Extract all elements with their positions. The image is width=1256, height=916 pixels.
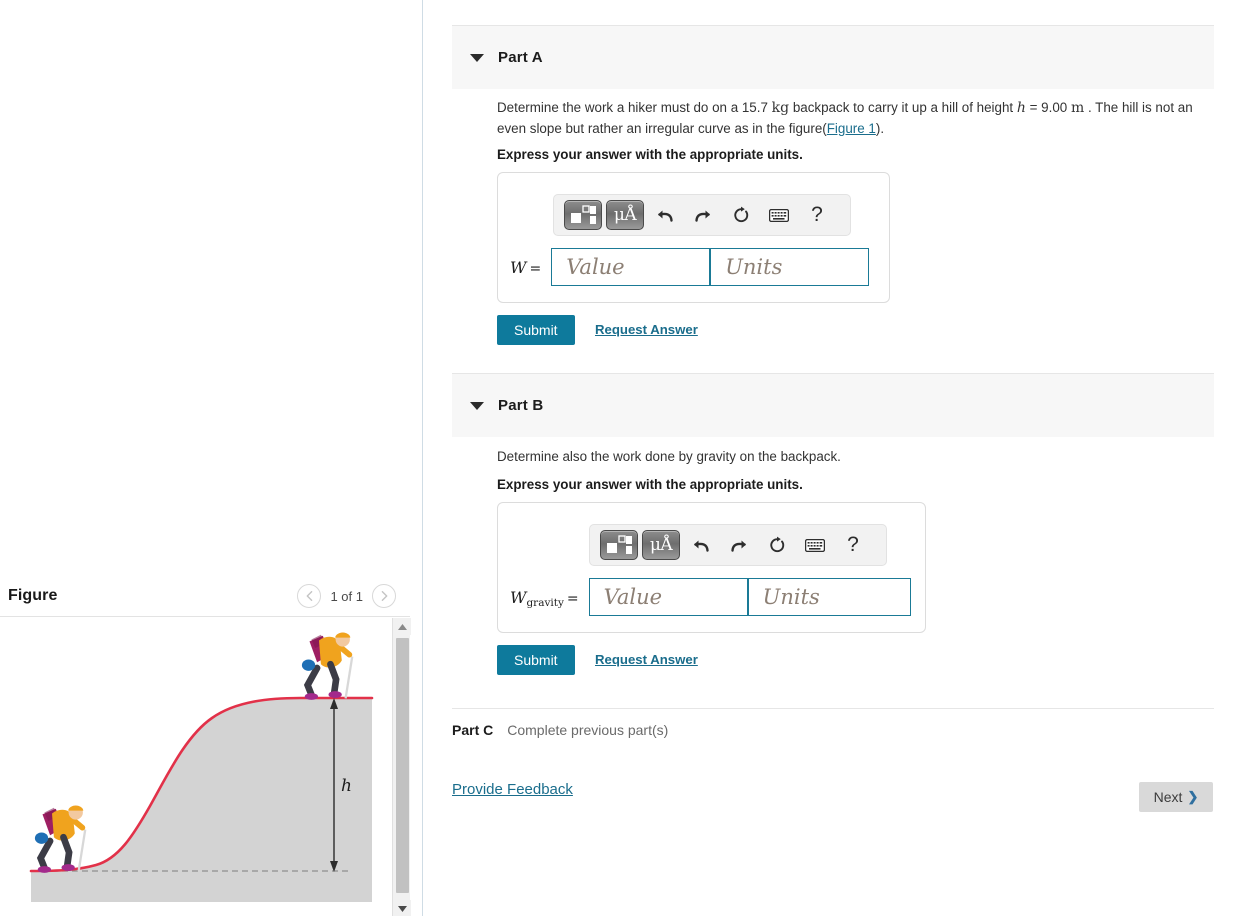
keyboard-icon xyxy=(769,208,789,222)
figure-header: Figure 1 of 1 xyxy=(0,576,410,616)
part-b-editor-toolbar: μÅ ? xyxy=(589,524,887,566)
chevron-right-icon xyxy=(381,591,387,601)
chevron-right-icon: ❯ xyxy=(1187,789,1199,804)
caret-down-icon[interactable] xyxy=(470,401,484,410)
part-b-value-placeholder: Value xyxy=(603,585,663,609)
part-a-value-input[interactable]: Value xyxy=(551,248,711,286)
part-b-units-placeholder: Units xyxy=(762,585,820,609)
part-a-equals: = xyxy=(529,260,542,277)
figure-image[interactable]: h xyxy=(0,618,392,916)
figure-counter: 1 of 1 xyxy=(330,588,363,604)
figure-navigation: 1 of 1 xyxy=(297,584,396,608)
part-a-symbol: W xyxy=(510,257,527,277)
keyboard-icon xyxy=(805,538,825,552)
math-template-icon xyxy=(571,205,596,224)
help-button[interactable]: ? xyxy=(836,530,870,560)
math-template-button[interactable] xyxy=(564,200,602,230)
prompt-var-h: h xyxy=(1016,100,1026,116)
prompt-text-3: = 9.00 xyxy=(1025,100,1071,115)
figure-1-link[interactable]: Figure 1 xyxy=(827,121,876,136)
figure-body: h xyxy=(0,616,411,916)
scrollbar-thumb[interactable] xyxy=(396,638,409,893)
scroll-down-arrow-icon xyxy=(397,905,407,912)
math-template-button[interactable] xyxy=(600,530,638,560)
undo-button[interactable] xyxy=(684,530,718,560)
part-a-prompt: Determine the work a hiker must do on a … xyxy=(497,98,1202,139)
prompt-unit-kg: kg xyxy=(771,100,790,116)
part-a-answer-label: W = xyxy=(510,258,541,277)
units-symbol-label: μÅ xyxy=(649,534,673,555)
prompt-text-5: ). xyxy=(875,120,885,136)
part-c-row: Part C Complete previous part(s) xyxy=(452,708,1214,750)
help-button[interactable]: ? xyxy=(800,200,834,230)
part-b-label: Part B xyxy=(498,397,544,414)
keyboard-button[interactable] xyxy=(798,530,832,560)
part-b-prompt: Determine also the work done by gravity … xyxy=(497,449,841,464)
math-template-icon xyxy=(607,535,632,554)
undo-icon xyxy=(694,540,709,552)
part-a-units-input[interactable]: Units xyxy=(710,248,870,286)
figure-scrollbar[interactable] xyxy=(392,618,411,916)
part-c-label: Part C xyxy=(452,721,494,738)
part-b-answer-row: Wgravity = Value Units xyxy=(510,578,911,616)
next-button[interactable]: Next ❯ xyxy=(1139,782,1213,812)
reset-button[interactable] xyxy=(724,200,758,230)
scroll-up-arrow-icon xyxy=(397,623,407,630)
problem-page: Figure 1 of 1 h Part A Determine the wor… xyxy=(0,0,1256,916)
part-b-express-note: Express your answer with the appropriate… xyxy=(497,477,803,492)
redo-button[interactable] xyxy=(686,200,720,230)
redo-icon xyxy=(695,210,710,222)
part-a-header[interactable]: Part A xyxy=(452,25,1214,89)
part-a-submit-button[interactable]: Submit xyxy=(497,315,575,345)
part-a-editor-toolbar: μÅ ? xyxy=(553,194,851,236)
part-b-answer-widget: μÅ ? Wgravity = Value Units xyxy=(497,502,926,633)
scrollbar-down-button[interactable] xyxy=(393,900,411,916)
part-b-subscript: gravity xyxy=(526,596,564,609)
part-b-value-input[interactable]: Value xyxy=(588,578,748,616)
undo-button[interactable] xyxy=(648,200,682,230)
figure-next-button[interactable] xyxy=(372,584,396,608)
part-a-value-placeholder: Value xyxy=(566,255,625,279)
part-c-status: Complete previous part(s) xyxy=(507,721,669,738)
units-symbol-button[interactable]: μÅ xyxy=(642,530,680,560)
content-pane: Part A Determine the work a hiker must d… xyxy=(423,0,1256,916)
undo-icon xyxy=(658,210,673,222)
prompt-unit-m: m xyxy=(1070,100,1085,116)
part-a-express-note: Express your answer with the appropriate… xyxy=(497,147,803,162)
next-button-label: Next xyxy=(1153,789,1183,805)
units-symbol-label: μÅ xyxy=(613,204,637,225)
part-b-answer-label: Wgravity = xyxy=(510,587,579,609)
figure-pane: Figure 1 of 1 h xyxy=(0,0,422,916)
part-b-symbol: W xyxy=(510,587,527,607)
reset-button[interactable] xyxy=(760,530,794,560)
part-b-submit-button[interactable]: Submit xyxy=(497,645,575,675)
part-a-answer-widget: μÅ ? W = Value Units xyxy=(497,172,890,303)
prompt-text-1: Determine the work a hiker must do on a … xyxy=(497,100,772,115)
part-b-header[interactable]: Part B xyxy=(452,373,1214,437)
part-a-units-placeholder: Units xyxy=(725,255,783,279)
prompt-text-2: backpack to carry it up a hill of height xyxy=(789,100,1017,115)
part-b-request-answer-link[interactable]: Request Answer xyxy=(595,652,698,667)
units-symbol-button[interactable]: μÅ xyxy=(606,200,644,230)
redo-icon xyxy=(731,540,746,552)
part-a-answer-row: W = Value Units xyxy=(510,248,870,286)
figure-title: Figure xyxy=(8,587,58,604)
chevron-left-icon xyxy=(306,591,313,601)
height-label: h xyxy=(341,776,352,796)
caret-down-icon[interactable] xyxy=(470,53,484,62)
keyboard-button[interactable] xyxy=(762,200,796,230)
reset-icon xyxy=(734,206,749,223)
reset-icon xyxy=(770,536,785,553)
redo-button[interactable] xyxy=(722,530,756,560)
provide-feedback-link[interactable]: Provide Feedback xyxy=(452,781,573,798)
part-b-equals: = xyxy=(566,590,579,607)
part-a-request-answer-link[interactable]: Request Answer xyxy=(595,322,698,337)
part-a-label: Part A xyxy=(498,49,543,66)
scrollbar-up-button[interactable] xyxy=(393,618,411,635)
hiker-lower xyxy=(34,805,87,873)
hiker-upper xyxy=(301,632,354,700)
part-b-units-input[interactable]: Units xyxy=(747,578,911,616)
figure-prev-button[interactable] xyxy=(297,584,322,608)
